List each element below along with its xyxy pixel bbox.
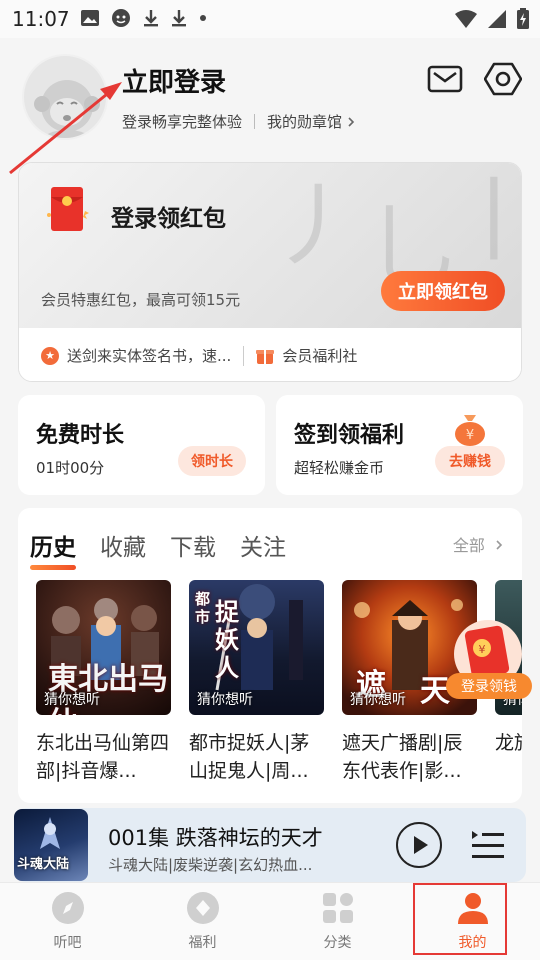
coin-icon [186,892,219,924]
history-item[interactable]: 東北出马仙 猜你想听 东北出马仙第四部|抖音爆... [36,580,171,785]
cover-tag: 猜你想听 [44,692,100,708]
history-item-title: 东北出马仙第四部|抖音爆... [36,732,170,782]
chevron-right-icon [496,540,503,550]
history-item[interactable]: 都市 捉妖人 猜你想听 都市捉妖人|茅山捉鬼人|周... [189,580,324,785]
see-all-link[interactable]: 全部 [453,532,504,556]
nav-category[interactable]: 分类 [270,883,405,960]
checkin-card[interactable]: 签到领福利 超轻松赚金币 ¥ 去赚钱 [276,395,523,495]
history-item-title: 都市捉妖人|茅山捉鬼人|周... [189,732,310,782]
red-packet-description: 会员特惠红包，最高可领15元 [41,291,241,309]
red-envelope-icon [47,187,89,231]
status-bar: 11:07 [0,0,540,38]
image-icon [81,10,99,26]
history-item-title: 遮天广播剧|辰东代表作|影... [342,732,463,782]
signal-icon [488,10,506,28]
avatar[interactable] [22,54,108,140]
tab-favorites[interactable]: 收藏 [100,528,146,562]
gift-box-icon [256,349,275,364]
nav-listen[interactable]: 听吧 [0,883,135,960]
claim-time-button[interactable]: 领时长 [178,446,246,476]
decorative-pattern: 丿 [269,174,359,279]
play-button[interactable] [396,822,442,868]
cover-tag: 猜你想听 [350,692,406,708]
benefit-signed-book[interactable]: ★ 送剑来实体签名书，速... [41,345,231,366]
login-subtitle-row: 登录畅享完整体验 我的勋章馆 [122,111,356,132]
checkin-title: 签到领福利 [294,423,405,448]
svg-text:¥: ¥ [466,428,474,443]
bottom-nav: 听吧 福利 分类 我的 [0,882,540,960]
decorative-pattern: 丨 [449,163,521,278]
login-money-floating-badge[interactable]: ¥ 登录领钱 [446,618,532,699]
checkin-subtitle: 超轻松赚金币 [294,459,385,477]
earn-money-button[interactable]: 去赚钱 [435,446,505,476]
player-episode-title: 001集 跌落神坛的天才 [108,826,323,850]
cover-image: 都市 捉妖人 猜你想听 [189,580,324,715]
login-subtitle[interactable]: 登录畅享完整体验 [122,111,242,132]
star-badge-icon: ★ [41,346,59,365]
profile-header: 立即登录 登录畅享完整体验 我的勋章馆 [0,38,540,158]
claim-red-packet-button[interactable]: 立即领红包 [381,271,505,311]
mini-player[interactable]: 斗魂大陆 001集 跌落神坛的天才 斗魂大陆|废柴逆袭|玄幻热血... [14,808,526,882]
settings-icon[interactable] [484,60,522,98]
player-subtitle: 斗魂大陆|废柴逆袭|玄幻热血... [108,856,313,874]
player-thumbnail: 斗魂大陆 [14,809,88,881]
money-bag-icon: ¥ [455,415,485,446]
battery-icon [517,8,529,29]
download-icon [172,10,186,27]
highlight-box [413,883,507,955]
cover-tag: 猜你想听 [197,692,253,708]
nav-welfare[interactable]: 福利 [135,883,270,960]
chevron-right-icon [348,116,355,127]
dot-icon [200,15,206,21]
play-icon [414,836,428,854]
message-icon[interactable] [426,60,464,98]
tab-history[interactable]: 历史 [30,528,76,570]
tab-following[interactable]: 关注 [240,528,286,562]
login-red-packet-card[interactable]: 丿 乚 丨 登录领红包 会员特惠红包，最高可领15元 立即领红包 ★ 送剑来实体… [18,162,522,382]
cover-title-art: 捉妖人 [215,597,239,682]
free-time-value: 01时00分 [36,459,105,477]
benefit-member-club[interactable]: 会员福利社 [256,345,357,366]
playlist-icon[interactable] [470,828,506,862]
divider [243,345,245,366]
benefit-label: 会员福利社 [282,347,358,365]
svg-text:¥: ¥ [479,643,486,656]
free-time-title: 免费时长 [36,423,125,448]
history-tabs: 历史 收藏 下载 关注 [30,528,286,570]
login-money-label: 登录领钱 [446,673,532,699]
download-icon [144,10,158,27]
nav-mine[interactable]: 我的 [405,883,540,960]
status-system-icons [454,8,530,30]
medals-link[interactable]: 我的勋章馆 [267,111,342,132]
red-packet-title: 登录领红包 [111,206,226,232]
tab-downloads[interactable]: 下载 [170,528,216,562]
see-all-label: 全部 [452,536,485,555]
headset-icon [112,9,130,27]
benefit-label: 送剑来实体签名书，速... [67,347,232,365]
benefits-row: ★ 送剑来实体签名书，速... 会员福利社 [19,328,521,381]
divider [254,114,256,129]
cover-title-art: 都市 [195,590,211,626]
wifi-icon [455,10,477,28]
history-item-title: 龙族襟第... [495,732,522,754]
nav-label: 分类 [323,935,352,951]
status-notification-icons [80,8,208,28]
cover-image: 東北出马仙 猜你想听 [36,580,171,715]
nav-label: 听吧 [53,935,82,951]
login-title[interactable]: 立即登录 [122,62,226,99]
thumb-title-art: 斗魂大陆 [17,857,70,872]
red-packet-banner: 丿 乚 丨 登录领红包 会员特惠红包，最高可领15元 立即领红包 [19,163,521,328]
compass-icon [51,892,84,924]
status-time: 11:07 [12,7,70,31]
free-time-card[interactable]: 免费时长 01时00分 领时长 [18,395,265,495]
nav-label: 福利 [188,935,217,951]
grid-icon [322,893,353,923]
monkey-avatar-icon [34,80,100,138]
